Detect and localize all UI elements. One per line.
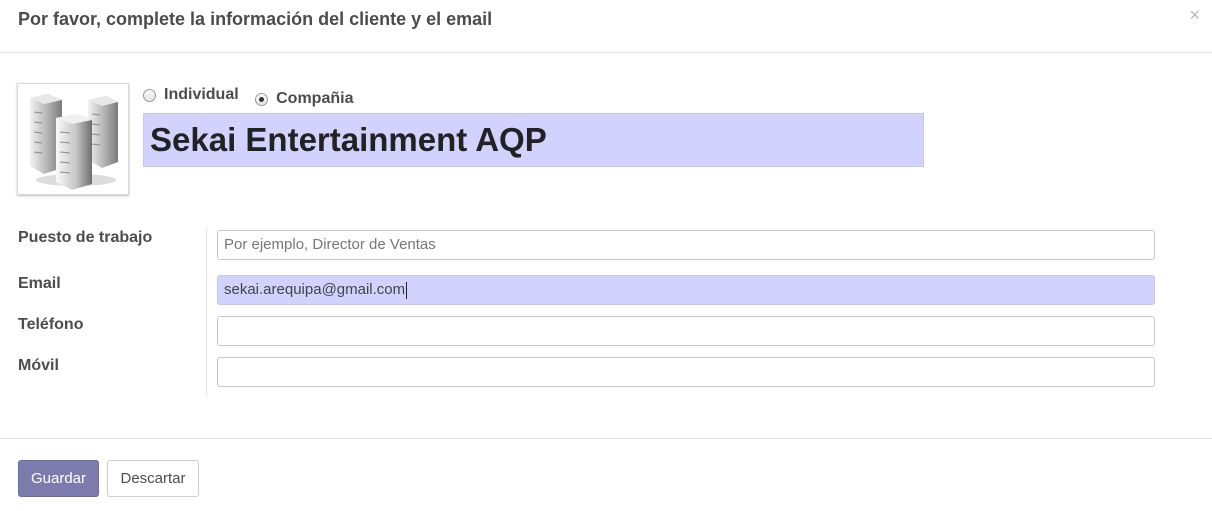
partner-name-input[interactable]: Sekai Entertainment AQP [143, 113, 924, 167]
radio-button-individual[interactable] [143, 88, 156, 102]
phone-label: Teléfono [18, 316, 84, 333]
job-position-label: Puesto de trabajo [18, 229, 153, 246]
job-position-input[interactable]: Por ejemplo, Director de Ventas [217, 230, 1155, 260]
dialog-header: Por favor, complete la información del c… [0, 0, 1212, 53]
radio-label-individual: Individual [164, 86, 239, 103]
text-caret [406, 281, 408, 299]
company-buildings-icon[interactable] [17, 83, 129, 195]
radio-button-company[interactable] [255, 92, 269, 106]
radio-label-company: Compañia [276, 90, 354, 107]
discard-button[interactable]: Descartar [107, 460, 199, 497]
label-divider [206, 228, 207, 396]
company-type-radio-group: Individual Compañia [143, 86, 365, 108]
email-input-value: sekai.arequipa@gmail.com [224, 281, 406, 298]
dialog-title: Por favor, complete la información del c… [18, 9, 493, 29]
close-icon[interactable]: × [1189, 5, 1200, 26]
save-button[interactable]: Guardar [18, 460, 99, 497]
mobile-label: Móvil [18, 357, 59, 374]
email-label: Email [18, 275, 61, 292]
radio-individual[interactable]: Individual [143, 86, 239, 104]
email-input[interactable]: sekai.arequipa@gmail.com [217, 275, 1155, 305]
mobile-input[interactable] [217, 357, 1155, 387]
radio-company[interactable]: Compañia [255, 90, 353, 108]
footer-divider [0, 438, 1212, 439]
phone-input[interactable] [217, 316, 1155, 346]
